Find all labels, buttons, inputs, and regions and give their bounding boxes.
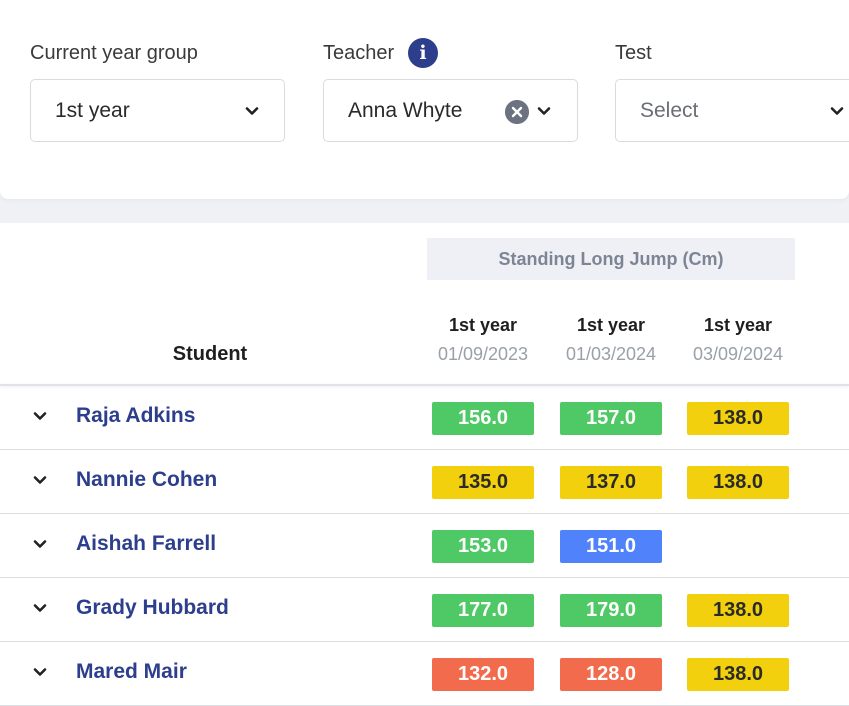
score-badge: 179.0 bbox=[560, 594, 662, 627]
results-table: Standing Long Jump (Cm) Student 1st year… bbox=[0, 223, 849, 706]
date-column-header: 1st year 03/09/2024 bbox=[678, 311, 798, 369]
chevron-down-icon bbox=[830, 107, 844, 115]
column-date: 01/03/2024 bbox=[565, 344, 657, 364]
score-badge: 153.0 bbox=[432, 530, 534, 563]
score-badge: 138.0 bbox=[687, 466, 789, 499]
year-group-value: 1st year bbox=[55, 99, 130, 122]
table-row: Mared Mair 132.0 128.0 138.0 bbox=[0, 642, 849, 706]
table-row: Grady Hubbard 177.0 179.0 138.0 bbox=[0, 578, 849, 642]
teacher-value: Anna Whyte bbox=[348, 99, 463, 122]
test-column-header: Standing Long Jump (Cm) bbox=[427, 238, 795, 280]
student-name-link[interactable]: Grady Hubbard bbox=[76, 594, 229, 622]
score-badge: 132.0 bbox=[432, 658, 534, 691]
expand-row-chevron-icon[interactable] bbox=[32, 600, 48, 616]
test-label: Test bbox=[615, 42, 652, 64]
score-badge: 138.0 bbox=[687, 402, 789, 435]
column-date: 01/09/2023 bbox=[437, 344, 529, 364]
test-placeholder: Select bbox=[640, 99, 699, 122]
chevron-down-icon bbox=[537, 107, 551, 115]
student-name-link[interactable]: Mared Mair bbox=[76, 658, 187, 686]
expand-row-chevron-icon[interactable] bbox=[32, 472, 48, 488]
score-badge: 156.0 bbox=[432, 402, 534, 435]
column-year: 1st year bbox=[703, 315, 773, 335]
info-icon[interactable]: i bbox=[408, 38, 438, 68]
score-badge: 177.0 bbox=[432, 594, 534, 627]
teacher-select[interactable]: Anna Whyte bbox=[323, 79, 578, 142]
date-column-header: 1st year 01/03/2024 bbox=[551, 311, 671, 369]
expand-row-chevron-icon[interactable] bbox=[32, 536, 48, 552]
score-badge: 128.0 bbox=[560, 658, 662, 691]
score-badge: 135.0 bbox=[432, 466, 534, 499]
student-name-link[interactable]: Raja Adkins bbox=[76, 402, 195, 430]
column-date: 03/09/2024 bbox=[692, 344, 784, 364]
table-row: Aishah Farrell 153.0 151.0 bbox=[0, 514, 849, 578]
clear-icon[interactable] bbox=[505, 100, 529, 124]
column-year: 1st year bbox=[576, 315, 646, 335]
expand-row-chevron-icon[interactable] bbox=[32, 664, 48, 680]
table-row: Nannie Cohen 135.0 137.0 138.0 bbox=[0, 450, 849, 514]
date-column-header: 1st year 01/09/2023 bbox=[423, 311, 543, 369]
column-year: 1st year bbox=[448, 315, 518, 335]
score-badge: 157.0 bbox=[560, 402, 662, 435]
year-group-select[interactable]: 1st year bbox=[30, 79, 285, 142]
year-group-label: Current year group bbox=[30, 42, 198, 64]
score-badge: 138.0 bbox=[687, 658, 789, 691]
filter-panel: Current year group 1st year Teacher i An… bbox=[0, 0, 849, 199]
score-badge: 151.0 bbox=[560, 530, 662, 563]
student-name-link[interactable]: Nannie Cohen bbox=[76, 466, 217, 494]
expand-row-chevron-icon[interactable] bbox=[32, 408, 48, 424]
chevron-down-icon bbox=[245, 107, 259, 115]
test-select[interactable]: Select bbox=[615, 79, 849, 142]
student-column-header: Student bbox=[172, 343, 248, 365]
student-name-link[interactable]: Aishah Farrell bbox=[76, 530, 216, 558]
teacher-label: Teacher bbox=[323, 42, 395, 64]
score-badge: 138.0 bbox=[687, 594, 789, 627]
table-row: Raja Adkins 156.0 157.0 138.0 bbox=[0, 386, 849, 450]
score-badge: 137.0 bbox=[560, 466, 662, 499]
